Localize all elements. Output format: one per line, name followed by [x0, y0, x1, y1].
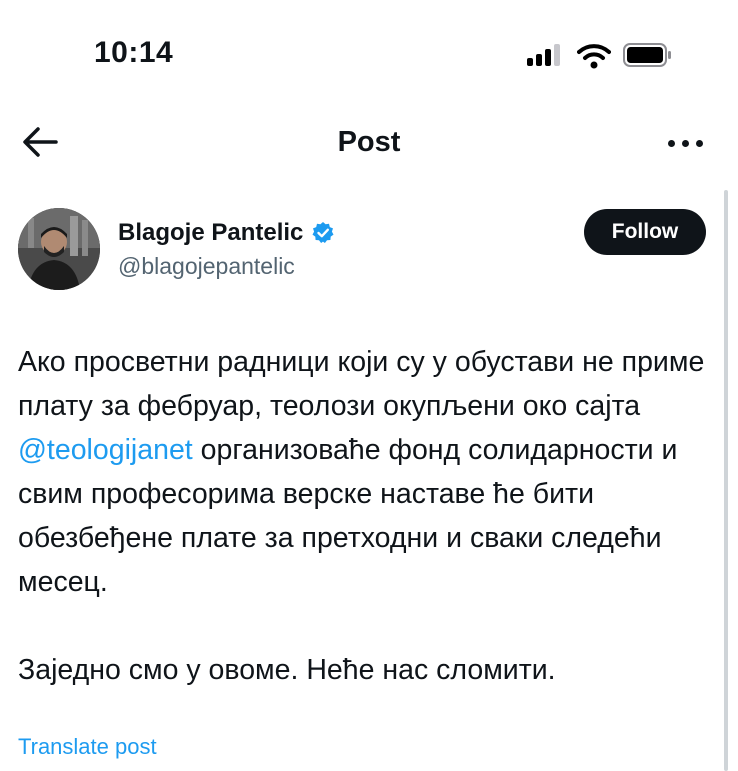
author-name[interactable]: Blagoje Pantelic [118, 219, 303, 247]
avatar[interactable] [18, 208, 100, 290]
post-text: Ако просветни радници који су у обустави… [18, 340, 718, 692]
follow-button[interactable]: Follow [584, 209, 706, 255]
post-paragraph: Заједно смо у овоме. Неће нас сломити. [18, 654, 556, 686]
status-time: 10:14 [94, 36, 174, 69]
status-bar: 10:14 [0, 0, 738, 110]
wifi-icon [577, 44, 611, 69]
more-options-icon[interactable] [664, 128, 708, 158]
top-nav-bar: Post [0, 110, 738, 180]
mention-link[interactable]: @teologijanet [18, 434, 193, 466]
cellular-signal-icon [527, 44, 567, 66]
verified-badge-icon [312, 222, 334, 243]
post-text-segment: Ако просветни радници који су у обустави… [18, 346, 705, 422]
scrollbar[interactable] [724, 190, 728, 771]
translate-post-link[interactable]: Translate post [18, 734, 157, 760]
post-paragraph: Ако просветни радници који су у обустави… [18, 340, 718, 604]
page-title: Post [337, 126, 401, 158]
author-name-row: Blagoje Pantelic [118, 216, 335, 250]
author-handle[interactable]: @blagojepantelic [118, 253, 295, 280]
battery-icon [623, 43, 671, 67]
